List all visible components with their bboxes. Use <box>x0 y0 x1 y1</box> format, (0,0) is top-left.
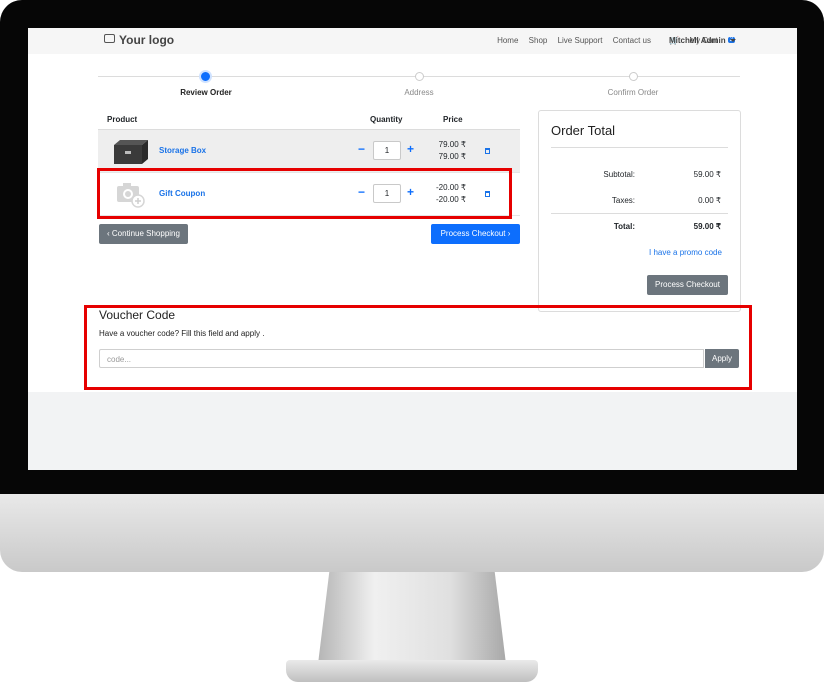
header-price: Price <box>443 115 463 124</box>
step-label-address: Address <box>404 88 434 97</box>
order-total-title: Order Total <box>551 123 616 138</box>
header-product: Product <box>107 115 138 124</box>
storage-box-image <box>114 140 148 164</box>
step-dot-review-order <box>201 72 210 81</box>
subtotal-value: 59.00 ₹ <box>693 170 721 179</box>
card-divider <box>551 147 728 148</box>
card-process-checkout-button[interactable]: Process Checkout <box>647 275 728 295</box>
footer-background <box>28 392 797 470</box>
card-divider <box>551 213 728 214</box>
trash-icon[interactable] <box>485 148 490 154</box>
total-label: Total: <box>613 222 635 231</box>
continue-shopping-button[interactable]: ‹ Continue Shopping <box>99 224 188 244</box>
camera-logo-icon <box>104 34 115 43</box>
monitor-screen: Your logo Home Shop Live Support Contact… <box>28 28 797 470</box>
promo-code-link[interactable]: I have a promo code <box>649 248 722 257</box>
subtotal-label: Subtotal: <box>603 170 635 179</box>
step-dot-confirm-order <box>629 72 638 81</box>
cart-row-storage-box: Storage Box − 1 + 79.00 ₹ 79.00 ₹ <box>98 130 520 173</box>
cart-table-header: Product Quantity Price <box>98 111 520 130</box>
caret-down-icon <box>729 39 736 42</box>
top-navbar: Your logo Home Shop Live Support Contact… <box>28 28 797 54</box>
step-label-review-order: Review Order <box>180 88 232 97</box>
quantity-decrease-button[interactable]: − <box>358 142 365 156</box>
voucher-highlight-box <box>84 305 752 390</box>
step-dot-address <box>415 72 424 81</box>
nav-link-shop[interactable]: Shop <box>529 36 548 45</box>
monitor-stand-base <box>286 660 538 682</box>
site-logo[interactable]: Your logo <box>104 33 174 47</box>
user-menu[interactable]: Mitchell Admin <box>669 36 736 45</box>
product-name-storage-box[interactable]: Storage Box <box>159 146 206 155</box>
price-line-2: 79.00 ₹ <box>438 152 466 161</box>
quantity-input[interactable]: 1 <box>373 141 401 160</box>
nav-link-contact-us[interactable]: Contact us <box>613 36 651 45</box>
nav-link-home[interactable]: Home <box>497 36 518 45</box>
header-quantity: Quantity <box>370 115 403 124</box>
user-name: Mitchell Admin <box>669 36 726 45</box>
gift-coupon-highlight-box <box>97 168 512 219</box>
product-price: 79.00 ₹ 79.00 ₹ <box>416 139 466 163</box>
nav-link-live-support[interactable]: Live Support <box>558 36 603 45</box>
total-value: 59.00 ₹ <box>693 222 721 231</box>
order-total-card: Order Total Subtotal: 59.00 ₹ Taxes: 0.0… <box>538 110 741 312</box>
quantity-increase-button[interactable]: + <box>407 142 414 156</box>
process-checkout-button[interactable]: Process Checkout › <box>431 224 520 244</box>
taxes-label: Taxes: <box>611 196 635 205</box>
taxes-value: 0.00 ₹ <box>698 196 721 205</box>
price-line-1: 79.00 ₹ <box>438 140 466 149</box>
monitor-stand-neck <box>318 572 506 664</box>
logo-text: Your logo <box>119 33 175 47</box>
step-label-confirm-order: Confirm Order <box>607 88 659 97</box>
monitor-chin <box>0 494 824 572</box>
